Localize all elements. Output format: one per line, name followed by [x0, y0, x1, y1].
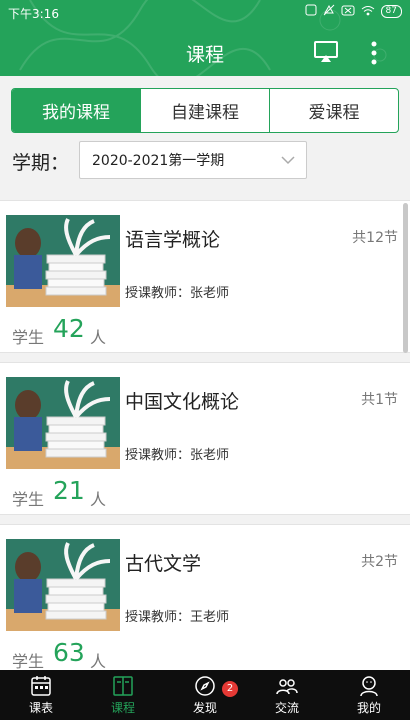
notification-badge: 2 [222, 681, 238, 697]
mute-icon [323, 4, 335, 19]
course-title: 中国文化概论 [125, 391, 240, 413]
course-title: 古代文学 [125, 553, 202, 575]
nav-label: 课程 [110, 701, 135, 715]
course-tabs: 我的课程 自建课程 爱课程 [11, 88, 399, 133]
status-bar: 下午3:16 87 [0, 0, 410, 26]
app-header: 下午3:16 87 课程 [0, 0, 410, 76]
tab-icourse[interactable]: 爱课程 [269, 89, 398, 132]
term-select[interactable]: 2020-2021第一学期 [79, 141, 307, 179]
bottom-nav: 课表 课程 发现 交流 我的 [0, 670, 410, 720]
sim-icon [341, 5, 355, 19]
calendar-icon [31, 676, 51, 696]
student-unit: 人 [90, 652, 107, 671]
student-label: 学生 [12, 652, 45, 671]
student-unit: 人 [90, 328, 107, 347]
nav-item-courses[interactable]: 课程 [82, 670, 164, 720]
lesson-count: 共1节 [361, 392, 398, 408]
profile-icon [360, 676, 378, 697]
cast-icon[interactable] [314, 41, 338, 63]
nav-item-profile[interactable]: 我的 [328, 670, 410, 720]
page-title: 课程 [185, 44, 224, 66]
course-teacher: 授课教师：王老师 [125, 610, 230, 625]
course-card[interactable]: 语言学概论 共12节 授课教师：张老师 学生 42 人 [0, 200, 410, 353]
course-thumbnail [6, 539, 120, 631]
chevron-down-icon [281, 156, 295, 165]
nav-item-chat[interactable]: 交流 [246, 670, 328, 720]
student-count: 21 [53, 476, 85, 505]
course-thumbnail [6, 215, 120, 307]
battery-indicator: 87 [380, 5, 402, 18]
student-label: 学生 [12, 490, 45, 509]
chat-icon [276, 679, 298, 695]
course-list[interactable]: 语言学概论 共12节 授课教师：张老师 学生 42 人 中国文化概论 共1节 授… [0, 190, 410, 672]
status-time: 下午3:16 [8, 7, 59, 21]
term-select-value: 2020-2021第一学期 [92, 153, 225, 169]
tab-self-built-courses[interactable]: 自建课程 [140, 89, 269, 132]
book-icon [113, 676, 133, 696]
course-card[interactable]: 古代文学 共2节 授课教师：王老师 学生 63 人 [0, 524, 410, 672]
nav-label: 发现 [192, 701, 217, 715]
nav-label: 交流 [274, 701, 299, 715]
notification-icon [305, 4, 317, 19]
tab-my-courses[interactable]: 我的课程 [12, 89, 140, 132]
nav-label: 课表 [28, 701, 53, 715]
student-count: 63 [53, 638, 85, 667]
course-card[interactable]: 中国文化概论 共1节 授课教师：张老师 学生 21 人 [0, 362, 410, 515]
nav-item-schedule[interactable]: 课表 [0, 670, 82, 720]
course-teacher: 授课教师：张老师 [125, 448, 230, 463]
course-thumbnail [6, 377, 120, 469]
course-teacher: 授课教师：张老师 [125, 286, 230, 301]
term-label: 学期： [12, 152, 70, 174]
course-title: 语言学概论 [125, 229, 221, 251]
student-count: 42 [53, 314, 85, 343]
wifi-icon [361, 5, 375, 19]
lesson-count: 共12节 [352, 230, 398, 246]
scrollbar[interactable] [403, 203, 408, 353]
student-label: 学生 [12, 328, 45, 347]
student-unit: 人 [90, 490, 107, 509]
more-menu-icon[interactable] [366, 40, 382, 66]
nav-label: 我的 [356, 701, 381, 715]
status-icons: 87 [305, 4, 402, 19]
compass-icon [195, 676, 215, 696]
lesson-count: 共2节 [361, 554, 398, 570]
